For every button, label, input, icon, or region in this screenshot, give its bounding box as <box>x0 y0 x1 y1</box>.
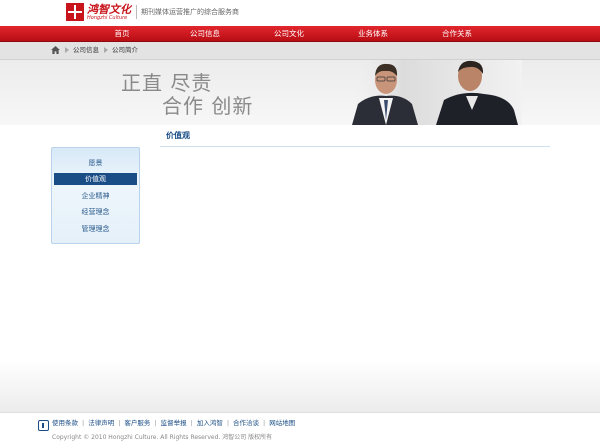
footer-links: 使用条款 | 法律声明 | 客户服务 | 监督举报 | 加入鸿智 | 合作洽谈 | 网站地图 <box>52 419 296 428</box>
logo-text: 鸿智文化 Hongzhi Culture <box>87 4 131 21</box>
logo-mark-icon <box>66 3 84 21</box>
footer-link-customer-service[interactable]: 客户服务 <box>124 419 150 428</box>
nav-item-company-culture[interactable]: 公司文化 <box>259 26 319 41</box>
breadcrumb-item-company-info[interactable]: 公司信息 <box>73 42 99 59</box>
footer-link-cooperation[interactable]: 合作洽谈 <box>233 419 259 428</box>
breadcrumb-separator-icon <box>65 47 69 53</box>
info-icon <box>38 420 49 431</box>
sidebar: 愿景 价值观 企业精神 经营理念 管理理念 <box>51 147 140 244</box>
footer-link-report[interactable]: 监督举报 <box>161 419 187 428</box>
sidebar-item-management-philosophy[interactable]: 管理理念 <box>54 223 137 235</box>
copyright-text: Copyright © 2010 Hongzhi Culture. All Ri… <box>52 434 273 441</box>
banner-slogan-line2: 合作 创新 <box>162 94 254 118</box>
logo-divider <box>136 5 137 19</box>
logo-english: Hongzhi Culture <box>87 14 128 21</box>
footer-link-terms[interactable]: 使用条款 <box>52 419 78 428</box>
site-footer: 使用条款 | 法律声明 | 客户服务 | 监督举报 | 加入鸿智 | 合作洽谈 | 网站地图… <box>0 412 600 448</box>
nav-item-company-info[interactable]: 公司信息 <box>175 26 235 41</box>
content-divider <box>160 146 550 147</box>
main-nav: 首页 公司信息 公司文化 业务体系 合作关系 <box>0 26 600 42</box>
site-header: 鸿智文化 Hongzhi Culture 期刊媒体运营推广的综合服务商 <box>0 0 600 26</box>
sidebar-item-enterprise-spirit[interactable]: 企业精神 <box>54 190 137 202</box>
breadcrumb: 公司信息 公司简介 <box>0 42 600 60</box>
sidebar-item-vision[interactable]: 愿景 <box>54 157 137 169</box>
home-icon[interactable] <box>51 46 60 54</box>
nav-item-business-system[interactable]: 业务体系 <box>343 26 403 41</box>
sidebar-item-values[interactable]: 价值观 <box>54 173 137 185</box>
site-slogan: 期刊媒体运营推广的综合服务商 <box>141 8 239 16</box>
nav-item-home[interactable]: 首页 <box>92 26 152 41</box>
site-logo[interactable]: 鸿智文化 Hongzhi Culture 期刊媒体运营推广的综合服务商 <box>66 3 239 21</box>
content-title: 价值观 <box>166 131 190 140</box>
sidebar-item-business-philosophy[interactable]: 经营理念 <box>54 206 137 218</box>
hero-banner: 正直 尽责 合作 创新 <box>0 60 600 125</box>
footer-link-sitemap[interactable]: 网站地图 <box>269 419 295 428</box>
breadcrumb-item-company-profile[interactable]: 公司简介 <box>112 42 138 59</box>
footer-link-join[interactable]: 加入鸿智 <box>197 419 223 428</box>
nav-item-partnerships[interactable]: 合作关系 <box>427 26 487 41</box>
breadcrumb-separator-icon <box>104 47 108 53</box>
banner-photo <box>352 60 522 125</box>
page-bottom-fade <box>0 360 600 412</box>
footer-link-legal[interactable]: 法律声明 <box>88 419 114 428</box>
logo-chinese: 鸿智文化 <box>87 2 131 16</box>
